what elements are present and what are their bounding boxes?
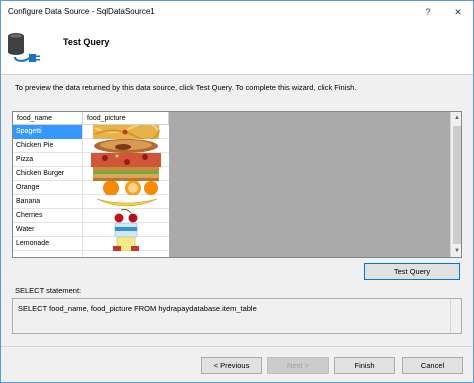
results-grid[interactable]: food_name food_picture Spagetti Chicken … [12,111,462,258]
column-header-food-name[interactable]: food_name [13,112,83,125]
instructions-text: To preview the data returned by this dat… [15,83,357,92]
chicken-pie-image [94,139,158,153]
scroll-thumb[interactable] [453,126,461,244]
table-row[interactable]: Cherries [13,209,169,223]
table-row[interactable]: Pizza [13,153,169,167]
wizard-header: Test Query [1,23,473,75]
table-row[interactable]: Chicken Burger [13,167,169,181]
select-statement-text[interactable]: SELECT food_name, food_picture FROM hydr… [18,304,257,313]
database-connect-icon [8,33,40,62]
food-picture-cell[interactable] [83,237,169,251]
table-row[interactable]: Orange [13,181,169,195]
food-picture-cell[interactable] [83,223,169,237]
food-name-cell[interactable]: Chicken Pie [13,139,83,153]
food-name-cell[interactable]: Spagetti [13,125,83,139]
food-picture-cell[interactable] [83,181,169,195]
grid-header-row: food_name food_picture [13,112,169,125]
title-bar[interactable]: Configure Data Source - SqlDataSource1 ?… [1,1,473,23]
food-name-cell[interactable]: Orange [13,181,83,195]
food-name-cell[interactable]: Chicken Burger [13,167,83,181]
table-row[interactable]: Water [13,223,169,237]
page-title: Test Query [63,37,110,47]
table-row[interactable]: Lemonade [13,237,169,251]
food-picture-cell[interactable] [83,209,169,223]
food-name-cell[interactable]: Cherries [13,209,83,223]
data-grid[interactable]: food_name food_picture Spagetti Chicken … [13,112,169,257]
lemonade-image [113,237,139,251]
banana-image [96,198,158,207]
food-name-cell[interactable] [13,251,83,257]
water-image [114,223,138,237]
food-name-cell[interactable]: Banana [13,195,83,209]
food-picture-cell[interactable] [83,139,169,153]
table-row-partial[interactable] [13,251,169,257]
food-name-cell[interactable]: Water [13,223,83,237]
pizza-image [91,153,161,167]
table-row[interactable]: Spagetti [13,125,169,139]
configure-data-source-window: Configure Data Source - SqlDataSource1 ?… [0,0,474,383]
scroll-down-arrow-icon[interactable]: ▼ [451,245,461,257]
food-picture-cell[interactable] [83,153,169,167]
food-picture-cell[interactable] [83,125,169,139]
food-name-cell[interactable]: Lemonade [13,237,83,251]
close-button[interactable]: ✕ [443,1,473,23]
cancel-button[interactable]: Cancel [402,357,463,374]
sql-vertical-scrollbar[interactable] [450,299,461,333]
next-button[interactable]: Next > [267,357,329,374]
select-statement-label: SELECT statement: [15,286,82,295]
food-picture-cell[interactable] [83,195,169,209]
table-row[interactable]: Chicken Pie [13,139,169,153]
table-row[interactable]: Banana [13,195,169,209]
food-name-cell[interactable]: Pizza [13,153,83,167]
previous-button[interactable]: < Previous [201,357,262,374]
scroll-up-arrow-icon[interactable]: ▲ [451,112,461,124]
help-button[interactable]: ? [413,1,443,23]
orange-image [103,181,158,195]
test-query-button[interactable]: Test Query [364,263,460,280]
footer-divider [1,346,473,347]
grid-vertical-scrollbar[interactable]: ▲ ▼ [450,112,461,257]
chicken-burger-image [93,167,159,181]
spaghetti-image [93,125,160,139]
finish-button[interactable]: Finish [334,357,395,374]
select-statement-box[interactable]: SELECT food_name, food_picture FROM hydr… [12,298,462,334]
cherries-image [114,209,138,223]
food-picture-cell[interactable] [83,167,169,181]
window-title: Configure Data Source - SqlDataSource1 [8,7,155,16]
column-header-food-picture[interactable]: food_picture [83,112,169,125]
